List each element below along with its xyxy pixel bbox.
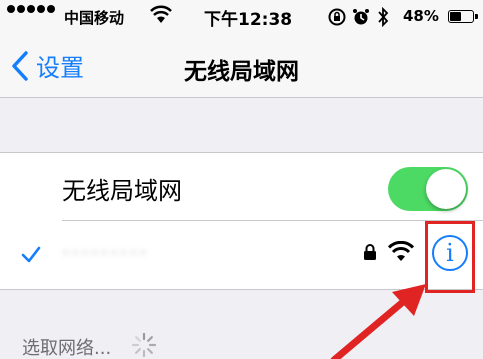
wifi-settings-group: 无线局域网 ········· i — [0, 152, 483, 290]
connected-network-row[interactable]: ········· i — [0, 221, 483, 289]
battery-percentage: 48% — [403, 7, 439, 25]
signal-strength-icon — [7, 5, 55, 13]
checkmark-icon — [21, 246, 41, 263]
navigation-bar: 设置 无线局域网 — [0, 34, 483, 98]
alarm-icon — [353, 9, 369, 25]
wifi-status-icon — [150, 5, 172, 23]
toggle-knob — [426, 169, 466, 209]
rotation-lock-icon — [328, 8, 346, 26]
wifi-toggle-row: 无线局域网 — [0, 153, 483, 221]
status-bar: 中国移动 下午12:38 48% — [0, 0, 483, 34]
lock-icon — [364, 244, 376, 260]
network-name: ········· — [62, 239, 149, 267]
annotation-arrow — [330, 284, 426, 359]
wifi-toggle-label: 无线局域网 — [62, 177, 182, 205]
choose-network-header: 选取网络... — [22, 338, 112, 359]
page-title: 无线局域网 — [184, 59, 299, 85]
wifi-signal-icon — [388, 241, 414, 261]
carrier-name: 中国移动 — [64, 9, 125, 27]
wifi-toggle-switch[interactable] — [388, 167, 468, 211]
battery-icon — [448, 10, 478, 23]
loading-spinner-icon — [131, 332, 157, 358]
bluetooth-icon — [378, 7, 389, 27]
clock: 下午12:38 — [204, 10, 293, 30]
